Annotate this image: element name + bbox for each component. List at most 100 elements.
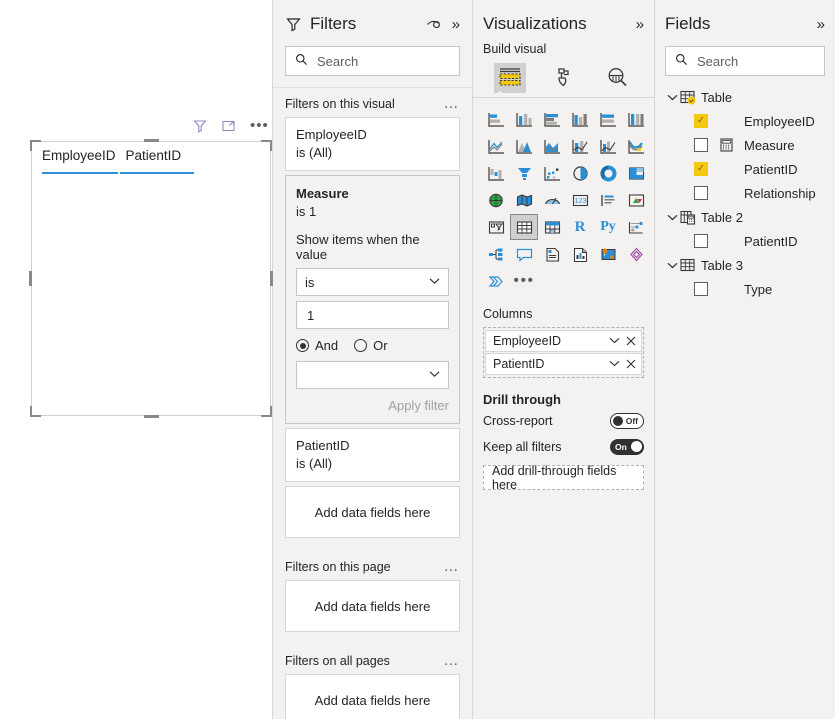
filter-card-measure[interactable]: Measure is 1 Show items when the value i…: [285, 175, 460, 424]
columns-well[interactable]: EmployeeID PatientID: [483, 327, 644, 378]
visual-type-ribbon-chart[interactable]: [623, 134, 649, 158]
field-checkbox[interactable]: [694, 138, 708, 152]
table-column-header-patientid[interactable]: PatientID: [126, 148, 182, 168]
visual-type-paginated-report[interactable]: [567, 242, 593, 266]
fields-search-box[interactable]: [665, 46, 825, 76]
visual-type-line-and-clustered-column-chart[interactable]: [595, 134, 621, 158]
well-field-employeeid[interactable]: EmployeeID: [485, 330, 642, 352]
visual-type-stacked-bar-chart[interactable]: [483, 107, 509, 131]
focus-mode-icon[interactable]: [221, 118, 237, 134]
drill-through-dropzone[interactable]: Add drill-through fields here: [483, 464, 644, 492]
remove-field-icon[interactable]: [626, 357, 636, 372]
visual-type-key-influencers[interactable]: [623, 215, 649, 239]
filter-card-patientid[interactable]: PatientID is (All): [285, 428, 460, 482]
well-field-patientid[interactable]: PatientID: [485, 353, 642, 375]
analytics-tab[interactable]: [601, 63, 633, 93]
resize-handle-middle-left[interactable]: [29, 271, 32, 286]
format-visual-tab[interactable]: [547, 63, 579, 93]
fields-search-input[interactable]: [695, 52, 815, 70]
visual-type-scatter-chart[interactable]: [539, 161, 565, 185]
filters-search-box[interactable]: [285, 46, 460, 76]
visual-type-map[interactable]: [483, 188, 509, 212]
radio-or[interactable]: [354, 339, 368, 352]
resize-handle-bottom-left-h[interactable]: [30, 415, 41, 417]
visual-type-matrix[interactable]: [539, 215, 565, 239]
visual-type-card[interactable]: 123: [567, 188, 593, 212]
field-checkbox[interactable]: [694, 282, 708, 296]
report-canvas[interactable]: ••• EmployeeID PatientID: [0, 0, 273, 719]
visual-type-r-script-visual[interactable]: R: [567, 215, 593, 239]
visual-type-stacked-area-chart[interactable]: [539, 134, 565, 158]
filter-operator-dropdown[interactable]: is: [296, 268, 449, 296]
resize-handle-bottom-center[interactable]: [144, 415, 159, 418]
chevron-down-icon[interactable]: [429, 276, 440, 288]
radio-or-label[interactable]: Or: [373, 338, 387, 353]
table-column-header-employeeid[interactable]: EmployeeID: [42, 148, 116, 168]
visual-type-clustered-bar-chart[interactable]: [539, 107, 565, 131]
radio-and-label[interactable]: And: [315, 338, 338, 353]
visual-type-filled-map[interactable]: [511, 188, 537, 212]
expand-fields-pane-icon[interactable]: »: [817, 16, 825, 33]
filter-second-operator-dropdown[interactable]: [296, 361, 449, 389]
more-options-icon[interactable]: •••: [250, 118, 269, 133]
resize-handle-top-left-h[interactable]: [30, 140, 41, 142]
chevron-down-icon[interactable]: [609, 358, 620, 370]
visual-type-decomposition-tree[interactable]: [483, 242, 509, 266]
visual-type-more-icon[interactable]: •••: [511, 269, 537, 293]
field-row-type[interactable]: Type: [665, 277, 825, 301]
visual-type-100-stacked-column-chart[interactable]: [623, 107, 649, 131]
page-filters-dropzone[interactable]: Add data fields here: [285, 580, 460, 632]
filters-on-all-pages-more-icon[interactable]: …: [444, 653, 461, 668]
fields-table-node-table-2[interactable]: Table 2: [665, 205, 825, 229]
field-row-employeeid[interactable]: ✓ EmployeeID: [665, 109, 825, 133]
field-checkbox[interactable]: ✓: [694, 162, 708, 176]
radio-and[interactable]: [296, 339, 309, 352]
filter-value-text[interactable]: [305, 306, 440, 324]
resize-handle-bottom-right-h[interactable]: [261, 415, 272, 417]
visual-type-treemap[interactable]: [623, 161, 649, 185]
visual-type-power-automate[interactable]: [483, 269, 509, 293]
visual-type-pie-chart[interactable]: [567, 161, 593, 185]
field-row-table2-patientid[interactable]: PatientID: [665, 229, 825, 253]
remove-field-icon[interactable]: [626, 334, 636, 349]
filters-search-input[interactable]: [315, 52, 450, 70]
visual-type-multi-row-card[interactable]: [595, 188, 621, 212]
chevron-down-icon[interactable]: [665, 262, 679, 269]
visual-type-stacked-column-chart[interactable]: [511, 107, 537, 131]
resize-handle-top-center[interactable]: [144, 139, 159, 142]
field-checkbox[interactable]: ✓: [694, 114, 708, 128]
field-checkbox[interactable]: [694, 234, 708, 248]
visual-type-q-and-a[interactable]: [511, 242, 537, 266]
visual-type-100-stacked-bar-chart[interactable]: [595, 107, 621, 131]
cross-report-toggle[interactable]: Off: [610, 413, 644, 429]
apply-filter-button[interactable]: Apply filter: [296, 394, 449, 413]
visual-type-area-chart[interactable]: [511, 134, 537, 158]
visual-type-power-apps[interactable]: [623, 242, 649, 266]
visual-type-table[interactable]: [510, 214, 538, 240]
resize-handle-top-right-h[interactable]: [261, 140, 272, 142]
visual-type-arcgis-maps[interactable]: [595, 242, 621, 266]
visual-type-funnel-chart[interactable]: [511, 161, 537, 185]
build-visual-tab[interactable]: [493, 63, 526, 93]
chevron-down-icon[interactable]: [609, 335, 620, 347]
visual-type-line-and-stacked-column-chart[interactable]: [567, 134, 593, 158]
chevron-down-icon[interactable]: [429, 369, 440, 381]
chevron-down-icon[interactable]: [665, 94, 679, 101]
fields-table-node-table[interactable]: Table: [665, 85, 825, 109]
visual-filters-dropzone[interactable]: Add data fields here: [285, 486, 460, 538]
visual-type-clustered-column-chart[interactable]: [567, 107, 593, 131]
visual-type-waterfall-chart[interactable]: [483, 161, 509, 185]
filter-value-input[interactable]: [296, 301, 449, 329]
visual-type-python-visual[interactable]: Py: [595, 215, 621, 239]
chevron-down-icon[interactable]: [665, 214, 679, 221]
field-checkbox[interactable]: [694, 186, 708, 200]
visual-type-slicer[interactable]: [483, 215, 509, 239]
visual-type-line-chart[interactable]: [483, 134, 509, 158]
expand-filters-pane-icon[interactable]: »: [452, 16, 460, 33]
visual-type-donut-chart[interactable]: [595, 161, 621, 185]
hide-pane-icon[interactable]: [426, 17, 442, 31]
expand-visualizations-pane-icon[interactable]: »: [636, 16, 644, 33]
field-row-patientid[interactable]: ✓ PatientID: [665, 157, 825, 181]
keep-all-filters-toggle[interactable]: On: [610, 439, 644, 455]
filters-on-this-page-more-icon[interactable]: …: [444, 559, 461, 574]
